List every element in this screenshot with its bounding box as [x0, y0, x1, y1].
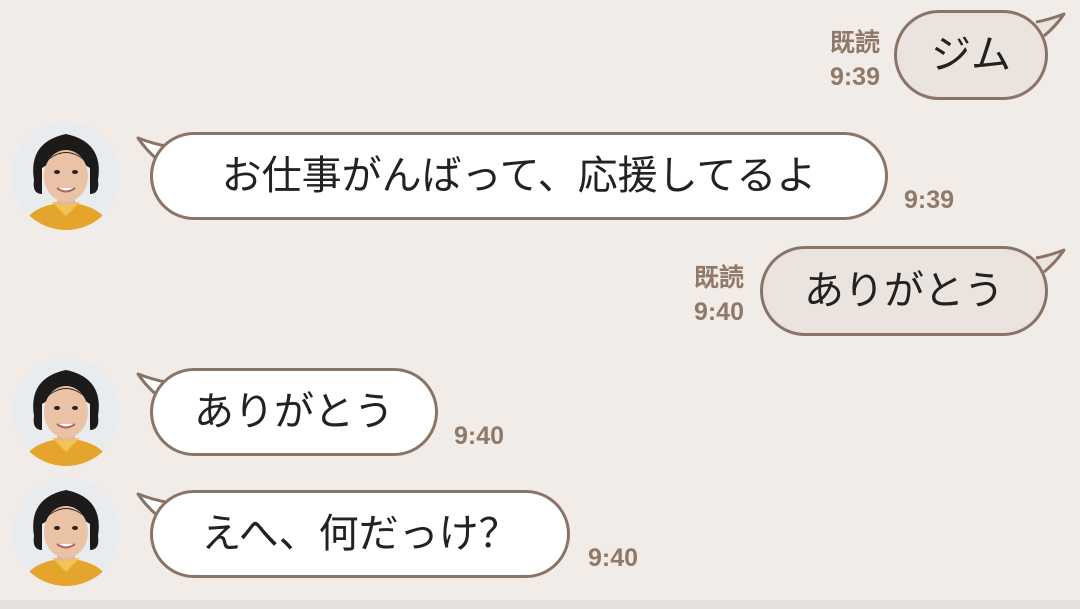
message-text: ありがとう [194, 389, 394, 435]
message-text: ジム [931, 32, 1011, 78]
message-text: お仕事がんばって、応援してるよ [221, 153, 817, 199]
message-bubble[interactable]: ありがとう [760, 246, 1048, 336]
read-receipt: 既読 [693, 264, 744, 292]
contact-avatar[interactable] [12, 358, 120, 466]
bubble-tail [1035, 248, 1066, 274]
message-time: 9:40 [454, 422, 505, 450]
avatar-icon [12, 358, 120, 466]
message-bubble[interactable]: ありがとう [150, 368, 438, 456]
message-time: 9:40 [693, 298, 744, 326]
message-meta: 既読 9:39 [800, 26, 880, 94]
message-text: ありがとう [804, 268, 1004, 314]
message-bubble[interactable]: ジム [894, 10, 1048, 100]
message-time: 9:39 [829, 63, 880, 91]
message-text: えへ、何だっけ？ [201, 511, 519, 557]
read-receipt: 既読 [829, 29, 880, 57]
bottom-divider [0, 600, 1080, 609]
chat-view: 既読 9:39 ジム お仕事がんばって、応援してるよ 9:39 既読 9:40 … [0, 0, 1080, 609]
message-time: 9:40 [588, 544, 639, 572]
message-time: 9:39 [904, 186, 955, 214]
bubble-tail [1035, 12, 1066, 38]
avatar-icon [12, 478, 120, 586]
message-bubble[interactable]: お仕事がんばって、応援してるよ [150, 132, 888, 220]
avatar-icon [12, 122, 120, 230]
message-bubble[interactable]: えへ、何だっけ？ [150, 490, 570, 578]
message-meta: 既読 9:40 [664, 261, 744, 329]
contact-avatar[interactable] [12, 478, 120, 586]
contact-avatar[interactable] [12, 122, 120, 230]
